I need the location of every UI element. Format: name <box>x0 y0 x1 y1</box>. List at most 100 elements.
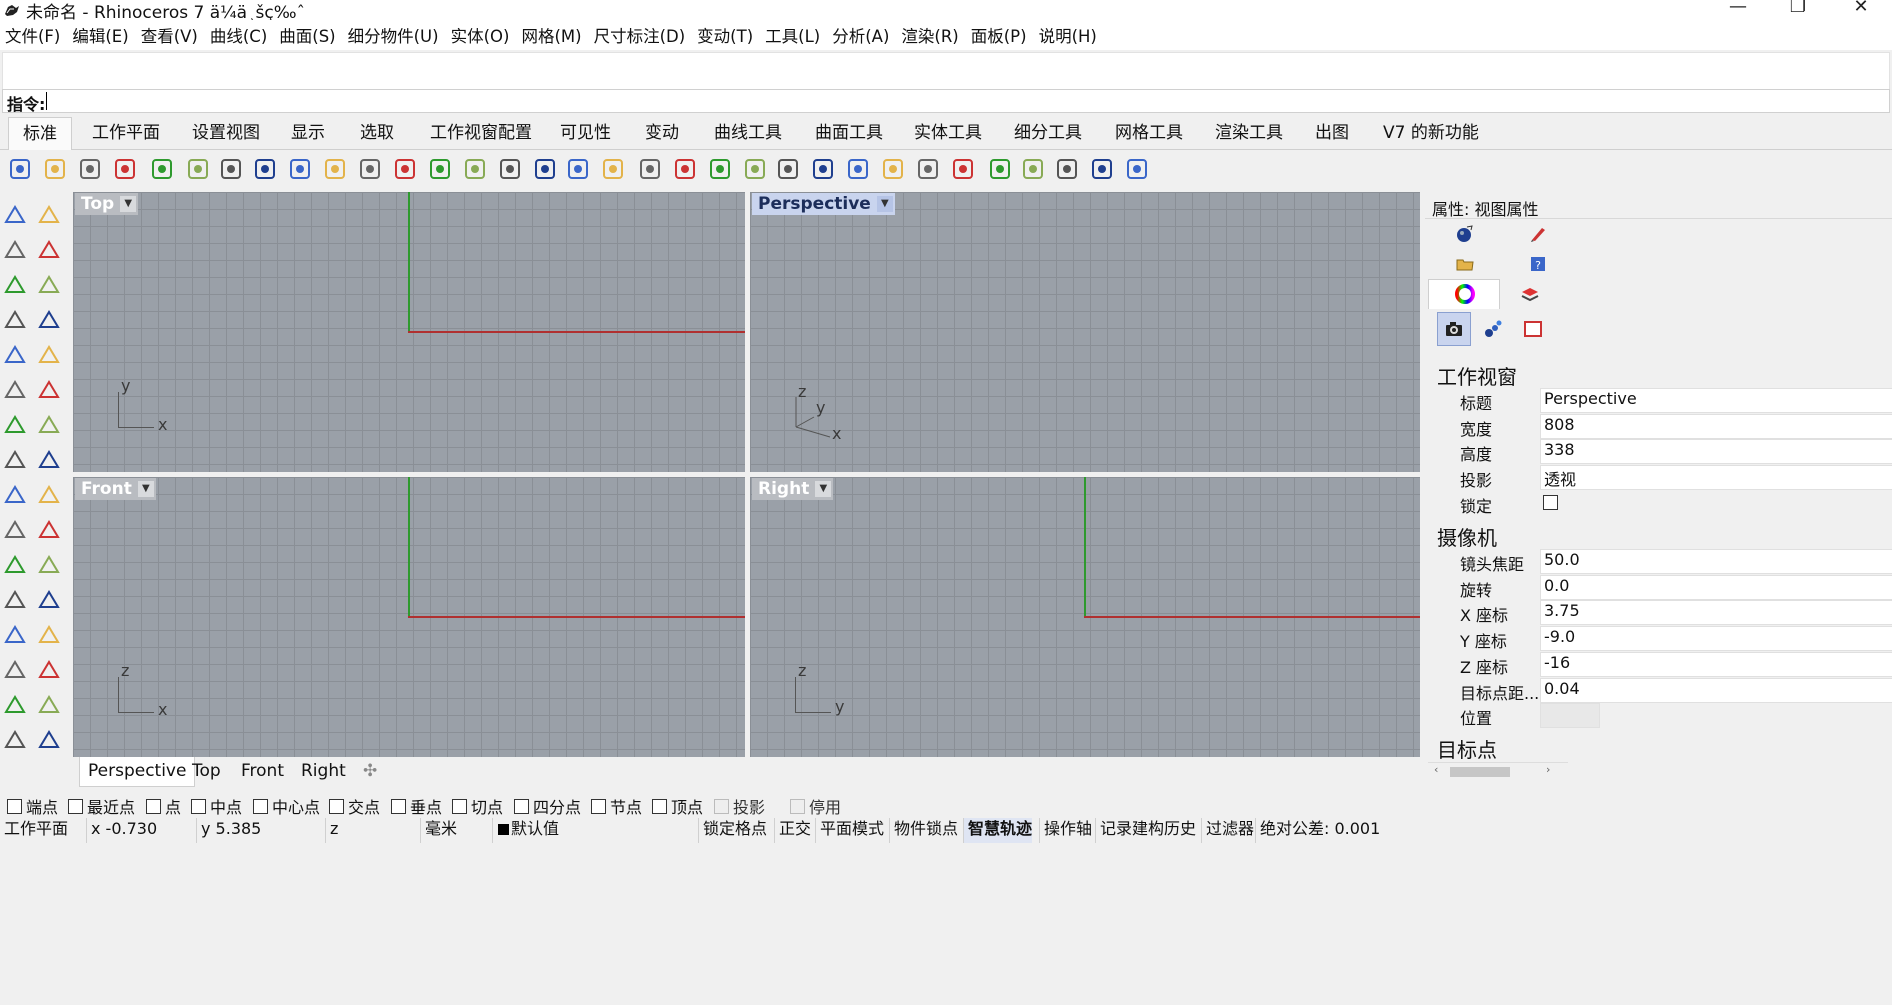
toolbar-tab[interactable]: 实体工具 <box>914 117 982 150</box>
checkbox[interactable] <box>68 798 83 814</box>
gear-icon[interactable] <box>1018 154 1048 184</box>
group-icon[interactable] <box>0 550 30 580</box>
property-value[interactable]: -9.0 <box>1540 626 1892 652</box>
scroll-right-icon[interactable]: › <box>1546 763 1550 776</box>
ellipse-icon[interactable] <box>34 270 64 300</box>
status-toggle[interactable]: 平面模式 <box>815 818 884 843</box>
viewport-tab[interactable]: Top <box>192 761 221 781</box>
cursor-filter-icon[interactable] <box>985 154 1015 184</box>
menu-item[interactable]: 实体(O) <box>446 23 515 47</box>
help-panel-icon[interactable]: ? <box>1526 252 1550 276</box>
checkbox[interactable] <box>146 798 161 814</box>
checkbox[interactable] <box>7 798 22 814</box>
menu-item[interactable]: 面板(P) <box>966 23 1032 47</box>
property-value[interactable]: 50.0 <box>1540 549 1892 574</box>
zoom-extents-icon[interactable] <box>460 154 490 184</box>
grid-snap-icon[interactable] <box>0 725 30 755</box>
undo-icon[interactable] <box>285 154 315 184</box>
folder-icon[interactable] <box>1453 252 1477 276</box>
osnap-toggle[interactable]: 顶点 <box>652 794 703 818</box>
new-icon[interactable] <box>5 154 35 184</box>
color-wheel-icon[interactable] <box>843 154 873 184</box>
toolbar-tab[interactable]: 曲面工具 <box>815 117 883 150</box>
arc-icon[interactable] <box>0 305 30 335</box>
menu-item[interactable]: 说明(H) <box>1034 23 1102 47</box>
menu-item[interactable]: 编辑(E) <box>67 23 133 47</box>
maximize-button[interactable]: ❐ <box>1775 0 1821 20</box>
paste-icon[interactable] <box>250 154 280 184</box>
status-toggle[interactable]: 绝对公差: 0.001 <box>1255 818 1380 843</box>
light-icon[interactable] <box>740 154 770 184</box>
menu-item[interactable]: 细分物件(U) <box>343 23 444 47</box>
panel-h-scrollbar[interactable]: ‹ › <box>1428 762 1568 780</box>
property-value[interactable]: 338 <box>1540 439 1892 465</box>
add-viewport-tab-icon[interactable]: ✣ <box>363 761 377 781</box>
status-toggle[interactable]: 记录建构历史 <box>1095 818 1196 843</box>
hatch-icon[interactable] <box>34 690 64 720</box>
mesh-icon[interactable] <box>34 445 64 475</box>
checkbox[interactable] <box>514 798 529 814</box>
viewport-tab[interactable]: Perspective <box>79 757 196 787</box>
polygon-icon[interactable] <box>0 340 30 370</box>
toolbar-tab[interactable]: V7 的新功能 <box>1383 117 1479 150</box>
status-cplane[interactable]: 工作平面 <box>0 818 68 843</box>
status-layer[interactable]: 默认值 <box>492 818 559 843</box>
checkbox[interactable] <box>652 798 667 814</box>
menu-item[interactable]: 工具(L) <box>760 23 825 47</box>
rotate-icon[interactable] <box>0 585 30 615</box>
command-line[interactable]: 指令: <box>2 89 1890 114</box>
save-icon[interactable] <box>75 154 105 184</box>
rotate-view-icon[interactable] <box>355 154 385 184</box>
viewport-dropdown-icon[interactable]: ▼ <box>876 196 893 212</box>
viewport-label-top[interactable]: Top ▼ <box>75 193 139 215</box>
viewport-front[interactable]: Front ▼ z x <box>73 477 745 757</box>
pan-icon[interactable] <box>320 154 350 184</box>
box-icon[interactable] <box>0 410 30 440</box>
scroll-left-icon[interactable]: ‹ <box>1434 763 1438 776</box>
align-icon[interactable] <box>34 655 64 685</box>
command-history[interactable] <box>2 52 1890 90</box>
object-properties-icon[interactable] <box>1453 222 1477 246</box>
osnap-toggle[interactable]: 最近点 <box>68 794 135 818</box>
checkbox[interactable] <box>253 798 268 814</box>
scroll-thumb[interactable] <box>1450 767 1510 777</box>
move-icon[interactable] <box>34 620 64 650</box>
osnap-toggle[interactable]: 四分点 <box>514 794 581 818</box>
toolbar-tab[interactable]: 可见性 <box>560 117 611 150</box>
point-icon[interactable] <box>34 200 64 230</box>
minimize-button[interactable]: — <box>1715 0 1761 20</box>
toolbar-tab[interactable]: 曲线工具 <box>714 117 782 150</box>
menu-item[interactable]: 网格(M) <box>516 23 586 47</box>
toolbar-tab[interactable]: 工作视窗配置 <box>430 117 532 150</box>
plane-icon[interactable] <box>670 154 700 184</box>
status-toggle[interactable]: 物件锁点 <box>889 818 958 843</box>
toolbar-tab[interactable]: 网格工具 <box>1115 117 1183 150</box>
menu-item[interactable]: 尺寸标注(D) <box>589 23 691 47</box>
toolbar-tab[interactable]: 选取 <box>360 117 394 150</box>
trim-icon[interactable] <box>34 480 64 510</box>
cylinder-icon[interactable] <box>0 445 30 475</box>
property-value[interactable]: -16 <box>1540 651 1892 677</box>
property-value[interactable]: 透视 <box>1540 465 1892 491</box>
osnap-toggle[interactable]: 节点 <box>591 794 642 818</box>
grid-icon[interactable] <box>635 154 665 184</box>
extrude-surface-icon[interactable] <box>34 375 64 405</box>
menu-item[interactable]: 曲线(C) <box>205 23 272 47</box>
render-preview-icon[interactable] <box>913 154 943 184</box>
close-button[interactable]: ✕ <box>1838 0 1884 20</box>
checkbox[interactable] <box>452 798 467 814</box>
import-icon[interactable] <box>147 154 177 184</box>
viewport-right[interactable]: Right ▼ z y <box>750 477 1420 757</box>
property-value[interactable] <box>1540 703 1600 729</box>
zoom-dynamic-icon[interactable] <box>390 154 420 184</box>
osnap-toggle[interactable]: 中心点 <box>253 794 320 818</box>
bubbles-icon[interactable] <box>1481 317 1505 341</box>
menu-item[interactable]: 曲面(S) <box>274 23 340 47</box>
toolbar-tab[interactable]: 出图 <box>1315 117 1349 150</box>
viewport-perspective[interactable]: Perspective ▼ z y x <box>750 192 1420 472</box>
help-icon[interactable] <box>1122 154 1152 184</box>
gumball-icon[interactable] <box>705 154 735 184</box>
checkbox[interactable] <box>391 798 406 814</box>
osnap-toggle[interactable]: 停用 <box>790 794 841 818</box>
material-picker-icon[interactable] <box>1526 222 1550 246</box>
